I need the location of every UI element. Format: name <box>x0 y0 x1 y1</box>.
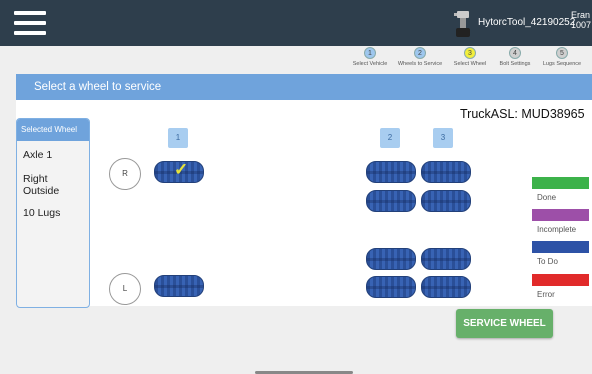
tire-axle3-left-inside[interactable] <box>421 248 471 270</box>
legend-swatch-error <box>532 274 589 286</box>
check-mark-icon: ✓ <box>174 161 189 179</box>
tire-axle1-left-outside[interactable] <box>154 275 204 297</box>
selected-wheel-axle: Axle 1 <box>23 149 53 161</box>
page-title-bar: Select a wheel to service <box>16 74 592 100</box>
legend-swatch-done <box>532 177 589 189</box>
legend-label-done: Done <box>537 193 557 202</box>
tire-axle2-right-inside[interactable] <box>366 190 416 212</box>
axle-3-button[interactable]: 3 <box>433 128 453 148</box>
tool-name: HytorcTool_42190252 <box>478 17 576 28</box>
app-header: HytorcTool_42190252 Eran 1007 <box>0 0 592 46</box>
service-wheel-button[interactable]: SERVICE WHEEL <box>456 309 553 338</box>
tire-axle3-right-inside[interactable] <box>421 190 471 212</box>
selected-wheel-lugs: 10 Lugs <box>23 207 61 219</box>
legend-label-incomplete: Incomplete <box>537 225 577 234</box>
wizard-steps: 1 Select Vehicle 2 Wheels to Service 3 S… <box>340 46 592 70</box>
wheel-layout-area <box>16 100 592 306</box>
truck-label: TruckASL: MUD38965 <box>460 107 585 121</box>
user-name-line2: 1007 <box>571 20 592 30</box>
step-5-label: Lugs Sequence <box>542 61 582 67</box>
step-2-circle: 2 <box>414 47 426 59</box>
axle-1-button[interactable]: 1 <box>168 128 188 148</box>
selected-wheel-header: Selected Wheel <box>17 119 89 141</box>
legend-swatch-todo <box>532 241 589 253</box>
step-lugs-sequence[interactable]: 5 Lugs Sequence <box>532 47 592 67</box>
selected-wheel-panel: Selected Wheel Axle 1 Right Outside 10 L… <box>16 118 90 308</box>
selected-wheel-position-line1: Right <box>23 173 48 185</box>
tire-axle2-right-outside[interactable] <box>366 161 416 183</box>
step-5-circle: 5 <box>556 47 568 59</box>
legend-swatch-incomplete <box>532 209 589 221</box>
page-title: Select a wheel to service <box>34 81 162 93</box>
side-right-marker: R <box>109 158 141 190</box>
tire-axle2-left-outside[interactable] <box>366 276 416 298</box>
step-1-circle: 1 <box>364 47 376 59</box>
tire-axle3-left-outside[interactable] <box>421 276 471 298</box>
tire-axle1-right-outside[interactable]: ✓ <box>154 161 204 183</box>
step-4-circle: 4 <box>509 47 521 59</box>
tire-axle3-right-outside[interactable] <box>421 161 471 183</box>
legend-label-todo: To Do <box>537 257 558 266</box>
tire-axle2-left-inside[interactable] <box>366 248 416 270</box>
hamburger-menu-icon[interactable] <box>14 11 46 35</box>
side-left-marker: L <box>109 273 141 305</box>
user-name: Eran 1007 <box>571 10 591 30</box>
user-name-line1: Eran <box>571 10 591 20</box>
axle-2-button[interactable]: 2 <box>380 128 400 148</box>
torque-wrench-icon <box>454 11 470 37</box>
step-3-circle: 3 <box>464 47 476 59</box>
legend-label-error: Error <box>537 290 555 299</box>
selected-wheel-position-line2: Outside <box>23 185 60 197</box>
